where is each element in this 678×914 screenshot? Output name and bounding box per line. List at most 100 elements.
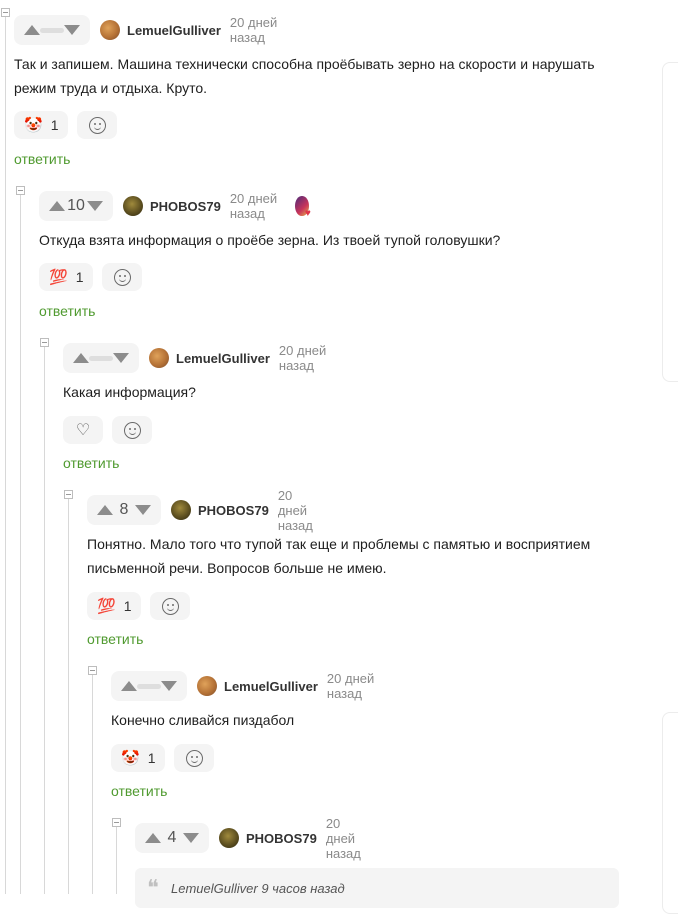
comment-author[interactable]: PHOBOS79 — [198, 503, 269, 518]
comment-text-line: Так и запишем. Машина технически способн… — [14, 56, 595, 72]
vote-control — [111, 671, 187, 701]
collapse-toggle[interactable] — [40, 338, 49, 347]
comment-author[interactable]: LemuelGulliver — [127, 23, 221, 38]
like-button[interactable]: ♡ — [63, 416, 103, 444]
comment-time[interactable]: 20 дней назад — [327, 671, 382, 701]
reactions: 💯 1 — [39, 263, 151, 291]
comment-author[interactable]: LemuelGulliver — [224, 679, 318, 694]
downvote-icon[interactable] — [87, 201, 103, 211]
clown-emoji-icon: 🤡 — [24, 117, 43, 134]
comment-header: 4 PHOBOS79 20 дней назад — [135, 816, 367, 861]
comment-text-line: Какая информация? — [63, 384, 196, 400]
vote-control: 8 — [87, 495, 161, 525]
vote-control — [14, 15, 90, 45]
collapse-toggle[interactable] — [88, 666, 97, 675]
user-avatar-icon[interactable] — [149, 348, 169, 368]
add-emoji-icon — [123, 421, 141, 439]
user-avatar-icon[interactable] — [171, 500, 191, 520]
thread-line — [68, 497, 69, 894]
quote-icon: ❝ — [147, 876, 159, 901]
upvote-icon[interactable] — [97, 505, 113, 515]
upvote-icon[interactable] — [73, 353, 89, 363]
user-avatar-icon[interactable] — [197, 676, 217, 696]
vote-control: 10 — [39, 191, 113, 221]
collapse-toggle[interactable] — [64, 490, 73, 499]
upvote-icon[interactable] — [121, 681, 137, 691]
comment-text-line: режим труда и отдыха. Круто. — [14, 80, 208, 96]
thread-line — [20, 193, 21, 894]
add-emoji-icon — [113, 268, 131, 286]
rating-bar — [89, 355, 113, 361]
reaction-count: 1 — [50, 117, 59, 133]
reaction-button[interactable]: 💯 1 — [39, 263, 94, 291]
reaction-count: 1 — [147, 750, 156, 766]
reaction-count: 1 — [123, 598, 132, 614]
clown-emoji-icon: 🤡 — [121, 750, 140, 767]
comment-time[interactable]: 20 дней назад — [230, 15, 285, 45]
add-reaction-button[interactable] — [174, 744, 215, 772]
comment-author[interactable]: PHOBOS79 — [150, 199, 221, 214]
vote-control: 4 — [135, 823, 209, 853]
reply-link[interactable]: ответить — [39, 303, 95, 319]
reactions: 🤡 1 — [14, 111, 126, 139]
comment-score: 4 — [167, 829, 177, 846]
comment-text-line: Откуда взята информация о проёбе зерна. … — [39, 232, 501, 248]
comment-score: 10 — [67, 197, 85, 214]
thread-line — [44, 345, 45, 894]
reply-link[interactable]: ответить — [14, 151, 70, 167]
collapse-toggle[interactable] — [1, 8, 10, 17]
downvote-icon[interactable] — [135, 505, 151, 515]
reaction-button[interactable]: 🤡 1 — [111, 744, 166, 772]
award-badge-icon[interactable] — [295, 196, 311, 219]
reply-link[interactable]: ответить — [87, 631, 143, 647]
reply-link[interactable]: ответить — [111, 783, 167, 799]
collapse-toggle[interactable] — [112, 818, 121, 827]
add-reaction-button[interactable] — [112, 416, 152, 444]
hundred-emoji-icon: 💯 — [97, 598, 116, 615]
add-reaction-button[interactable] — [102, 263, 143, 291]
upvote-icon[interactable] — [24, 25, 40, 35]
sidebar-panel — [662, 62, 678, 382]
comment-header: LemuelGulliver 20 дней назад — [14, 15, 285, 45]
reactions: 🤡 1 — [111, 744, 223, 772]
downvote-icon[interactable] — [183, 833, 199, 843]
user-avatar-icon[interactable] — [100, 20, 120, 40]
downvote-icon[interactable] — [161, 681, 177, 691]
user-avatar-icon[interactable] — [219, 828, 239, 848]
comment-time[interactable]: 20 дней назад — [326, 816, 367, 861]
comment-score: 8 — [119, 501, 129, 518]
heart-icon: ♡ — [75, 422, 91, 439]
downvote-icon[interactable] — [64, 25, 80, 35]
comment-text-line: Конечно сливайся пиздабол — [111, 712, 295, 728]
hundred-emoji-icon: 💯 — [49, 269, 68, 286]
rating-bar — [40, 27, 64, 33]
add-emoji-icon — [88, 116, 106, 134]
reaction-button[interactable]: 💯 1 — [87, 592, 142, 620]
upvote-icon[interactable] — [49, 201, 65, 211]
comment-author[interactable]: LemuelGulliver — [176, 351, 270, 366]
reactions: 💯 1 — [87, 592, 199, 620]
comment-author[interactable]: PHOBOS79 — [246, 831, 317, 846]
comment-time[interactable]: 20 дней назад — [279, 343, 334, 373]
quote-block: ❝ LemuelGulliver 9 часов назад — [135, 868, 619, 908]
user-avatar-icon[interactable] — [123, 196, 143, 216]
comment-time[interactable]: 20 дней назад — [278, 488, 319, 533]
comment-text-line: Понятно. Мало того что тупой так еще и п… — [87, 536, 591, 552]
add-emoji-icon — [161, 597, 179, 615]
comment-time[interactable]: 20 дней назад — [230, 191, 288, 221]
add-reaction-button[interactable] — [150, 592, 191, 620]
add-emoji-icon — [185, 749, 203, 767]
collapse-toggle[interactable] — [16, 186, 25, 195]
reaction-button[interactable]: 🤡 1 — [14, 111, 69, 139]
comment-header: 10 PHOBOS79 20 дней назад — [39, 191, 311, 221]
thread-line — [5, 14, 6, 894]
reply-link[interactable]: ответить — [63, 455, 119, 471]
comment-thread: LemuelGulliver 20 дней назад Так и запиш… — [0, 0, 650, 908]
add-reaction-button[interactable] — [77, 111, 118, 139]
thread-line — [116, 825, 117, 894]
reactions: ♡ — [63, 416, 161, 444]
upvote-icon[interactable] — [145, 833, 161, 843]
comment-header: LemuelGulliver 20 дней назад — [63, 343, 334, 373]
downvote-icon[interactable] — [113, 353, 129, 363]
rating-bar — [137, 683, 161, 689]
